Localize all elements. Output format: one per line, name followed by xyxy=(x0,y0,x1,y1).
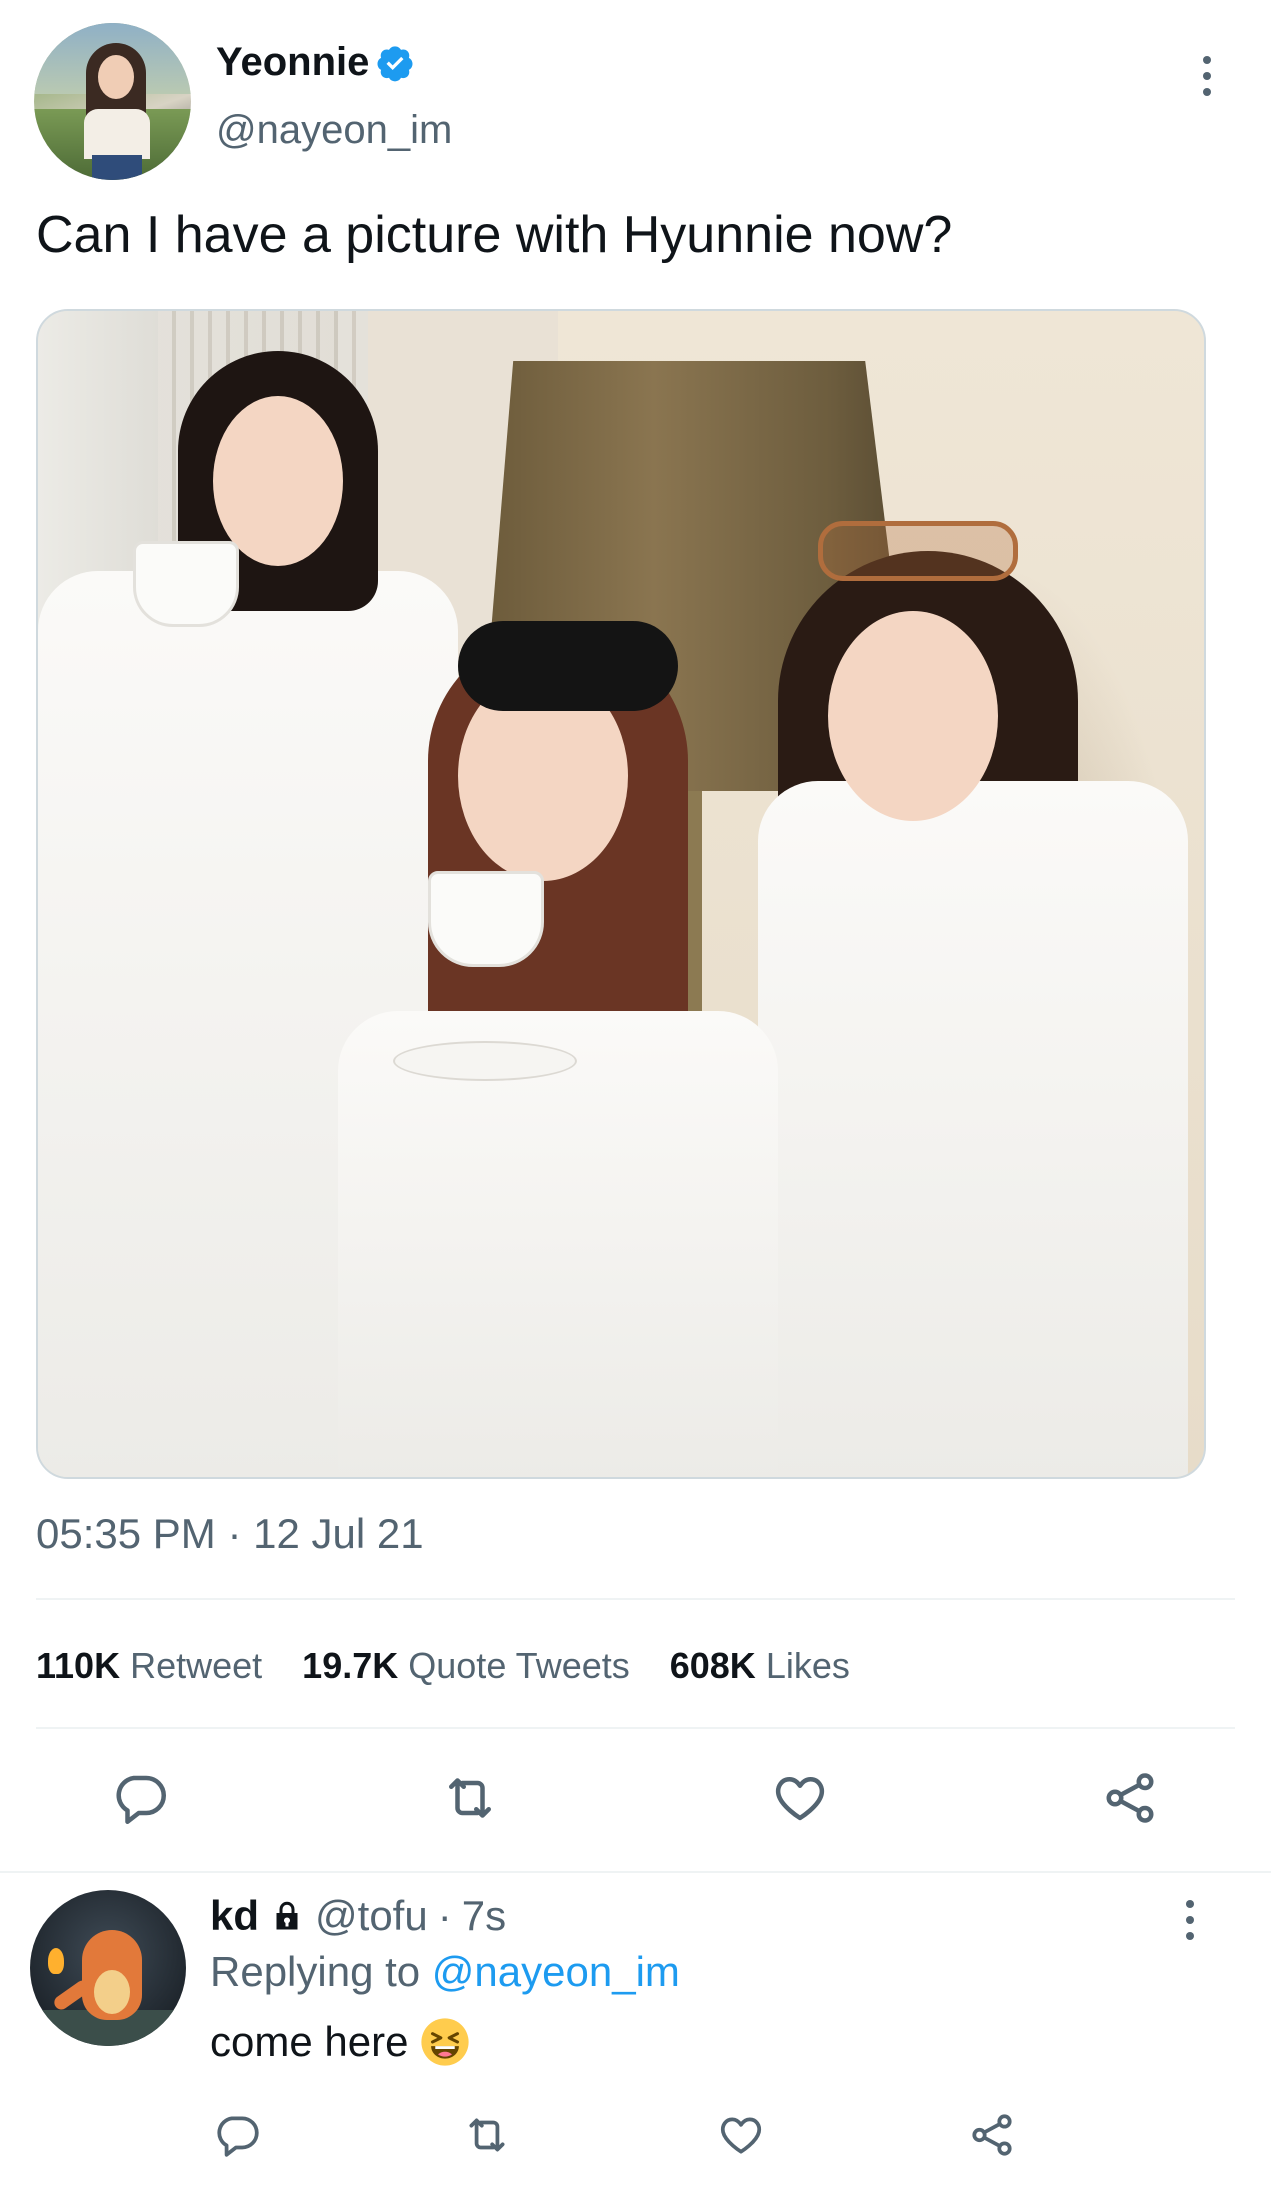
divider xyxy=(36,1598,1235,1600)
grinning-squinting-face-icon xyxy=(421,2018,470,2066)
divider xyxy=(36,1727,1235,1729)
quote-stat[interactable]: 19.7K Quote Tweets xyxy=(302,1645,630,1687)
retweet-label: Retweet xyxy=(130,1645,263,1686)
more-options-icon[interactable] xyxy=(1192,52,1222,100)
replying-prefix: Replying to xyxy=(210,1948,421,1995)
share-icon[interactable] xyxy=(967,2110,1017,2160)
like-icon[interactable] xyxy=(770,1768,830,1828)
author-avatar[interactable] xyxy=(34,23,191,180)
replying-to-line: Replying to @nayeon_im xyxy=(210,1948,680,1996)
reply-author-avatar[interactable] xyxy=(30,1890,186,2046)
author-handle[interactable]: @nayeon_im xyxy=(216,108,452,153)
reply-age[interactable]: 7s xyxy=(462,1892,506,1940)
reply-author-handle[interactable]: @tofu xyxy=(315,1892,428,1940)
reply-header: kd @tofu · 7s xyxy=(210,1892,506,1940)
retweet-stat[interactable]: 110K Retweet xyxy=(36,1645,262,1687)
reply-author-name[interactable]: kd xyxy=(210,1892,259,1940)
share-icon[interactable] xyxy=(1100,1768,1160,1828)
quote-label: Quote Tweets xyxy=(408,1645,630,1686)
likes-label: Likes xyxy=(765,1645,850,1686)
divider xyxy=(0,1871,1271,1873)
reply-text-row: come here xyxy=(210,2017,470,2067)
separator-dot: · xyxy=(437,1892,452,1939)
like-icon[interactable] xyxy=(716,2110,766,2160)
likes-count: 608K xyxy=(669,1645,756,1686)
quote-count: 19.7K xyxy=(302,1645,399,1686)
tweet-photo[interactable] xyxy=(36,309,1206,1479)
reply-text: come here xyxy=(210,2018,409,2065)
tweet-stats: 110K Retweet 19.7K Quote Tweets 608K Lik… xyxy=(36,1645,850,1687)
likes-stat[interactable]: 608K Likes xyxy=(670,1645,850,1687)
verified-badge-icon xyxy=(377,45,413,81)
reply-more-options-icon[interactable] xyxy=(1175,1898,1205,1942)
tweet-text: Can I have a picture with Hyunnie now? xyxy=(36,206,953,264)
retweet-icon[interactable] xyxy=(462,2110,512,2160)
author-display-name[interactable]: Yeonnie xyxy=(216,40,369,85)
retweet-count: 110K xyxy=(36,1645,121,1686)
reply-icon[interactable] xyxy=(212,2110,262,2160)
reply-icon[interactable] xyxy=(110,1768,170,1828)
replying-to-mention[interactable]: @nayeon_im xyxy=(432,1948,680,1995)
tweet-timestamp[interactable]: 05:35 PM · 12 Jul 21 xyxy=(36,1510,424,1558)
author-name-row[interactable]: Yeonnie xyxy=(216,40,415,85)
lock-icon xyxy=(276,1901,298,1930)
retweet-icon[interactable] xyxy=(440,1768,500,1828)
